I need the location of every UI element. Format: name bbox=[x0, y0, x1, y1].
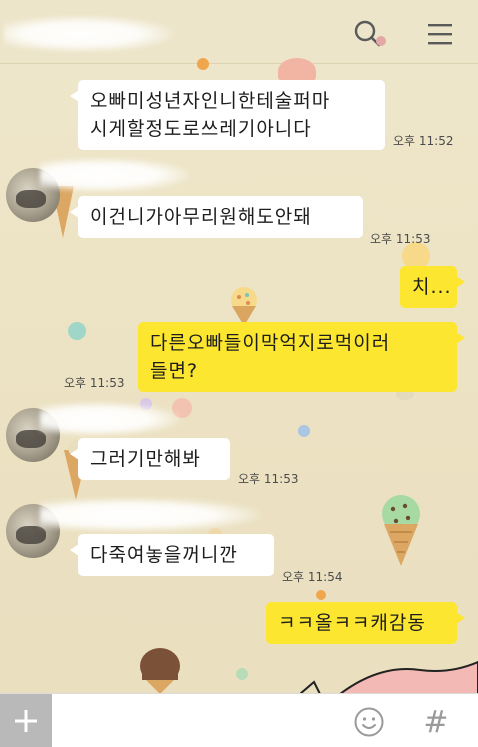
message-bubble-incoming[interactable]: 오빠미성년자인니한테술퍼마 시게할정도로쓰레기아니다 bbox=[70, 80, 385, 150]
message-time: 오후 11:53 bbox=[64, 376, 125, 390]
search-icon[interactable] bbox=[348, 14, 388, 54]
message-bubble-incoming[interactable]: 그러기만해봐 bbox=[70, 438, 230, 480]
decor-dot bbox=[298, 425, 310, 437]
plus-icon[interactable] bbox=[0, 694, 52, 747]
hash-icon[interactable]: # bbox=[416, 702, 456, 742]
message-bubble-incoming[interactable]: 이건니가아무리원해도안돼 bbox=[70, 196, 363, 238]
sender-name-redacted bbox=[40, 402, 180, 436]
menu-icon[interactable] bbox=[420, 14, 460, 54]
icecream-decoration-icon bbox=[140, 648, 180, 694]
decor-dot bbox=[236, 668, 248, 680]
message-time: 오후 11:54 bbox=[282, 570, 343, 584]
sender-name-redacted bbox=[40, 158, 190, 192]
message-time: 오후 11:52 bbox=[393, 134, 454, 148]
emoji-icon[interactable] bbox=[349, 702, 389, 742]
decor-dot bbox=[197, 58, 209, 70]
message-bubble-outgoing[interactable]: ㅋㅋ올ㅋㅋ캐감동 bbox=[266, 602, 465, 644]
message-text-field[interactable] bbox=[56, 698, 346, 744]
message-time: 오후 11:53 bbox=[238, 472, 299, 486]
icecream-decoration-icon bbox=[382, 495, 420, 566]
decor-dot bbox=[68, 322, 86, 340]
message-bubble-outgoing[interactable]: 치... bbox=[400, 266, 465, 308]
icecream-decoration-icon bbox=[231, 287, 257, 326]
message-input-bar: # bbox=[0, 693, 478, 747]
chat-title-redacted bbox=[4, 16, 174, 52]
message-bubble-incoming[interactable]: 다죽여놓을꺼니깐 bbox=[70, 534, 274, 576]
decor-dot bbox=[316, 590, 326, 600]
chat-header bbox=[0, 0, 478, 64]
sender-name-redacted bbox=[40, 498, 260, 532]
message-time: 오후 11:53 bbox=[370, 232, 431, 246]
decor-shape bbox=[300, 660, 478, 694]
chat-screen: 오빠미성년자인니한테술퍼마 시게할정도로쓰레기아니다 오후 11:52 이건니가… bbox=[0, 0, 478, 747]
message-bubble-outgoing[interactable]: 다른오빠들이막억지로먹이러 들면? bbox=[138, 322, 465, 392]
